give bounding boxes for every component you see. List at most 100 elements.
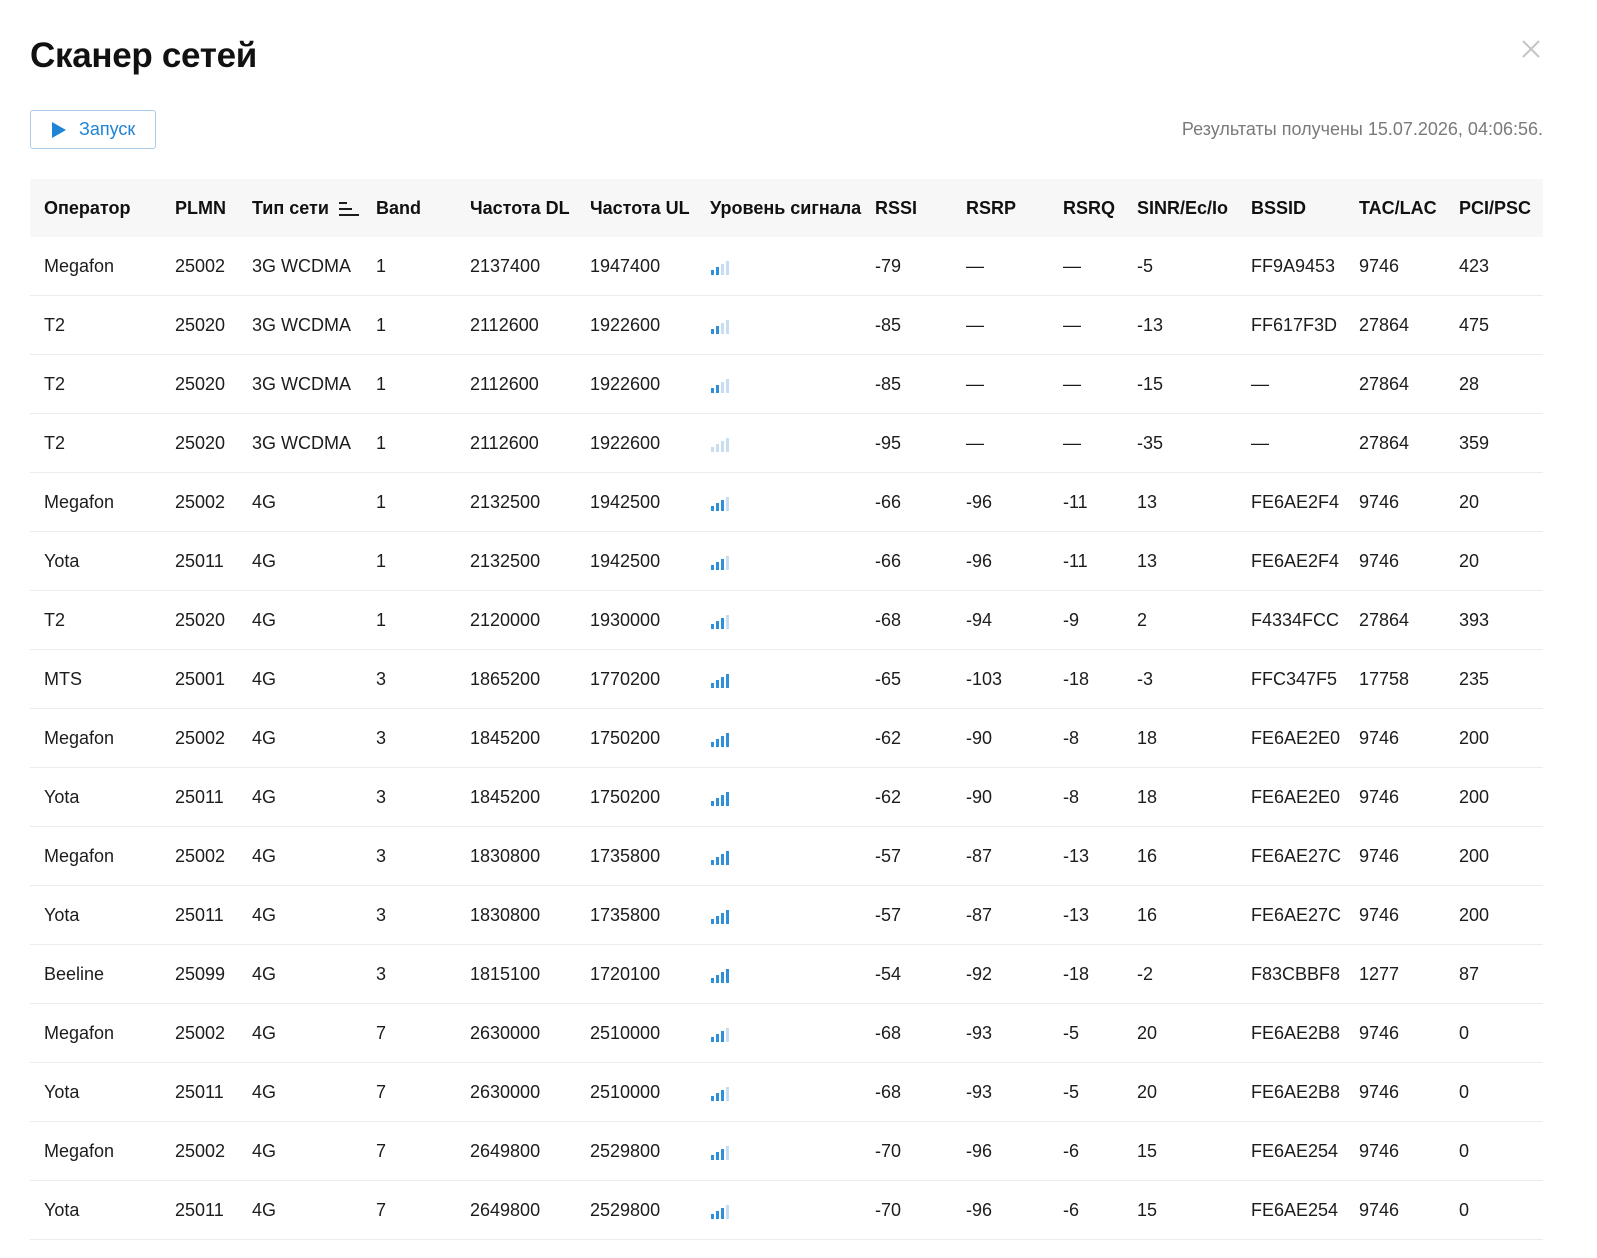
- col-header-band[interactable]: Band: [362, 179, 456, 237]
- cell-rssi: -85: [861, 354, 952, 414]
- signal-bar: [711, 859, 714, 865]
- table-row[interactable]: Beeline 25099 4G 3 1815100 1720100 -54 -92 -18 -2…: [30, 944, 1543, 1004]
- cell-tac-lac: 9746: [1345, 826, 1445, 886]
- signal-bar: [721, 1030, 724, 1042]
- signal-bar: [711, 505, 714, 511]
- cell-bssid: F4334FCC: [1237, 590, 1345, 650]
- table-row[interactable]: Yota 25011 4G 3 1845200 1750200 -62 -90 -8 18 FE6A…: [30, 767, 1543, 827]
- cell-band: 7: [362, 1121, 456, 1181]
- cell-rsrq: -11: [1049, 472, 1123, 532]
- table-row[interactable]: Megafon 25002 4G 7 2630000 2510000 -68 -93 -5 20 F…: [30, 1003, 1543, 1063]
- table-body: Megafon 25002 3G WCDMA 1 2137400 1947400 -79— —…: [30, 237, 1543, 1240]
- signal-bar: [716, 1151, 719, 1160]
- cell-tac-lac: 9746: [1345, 1062, 1445, 1122]
- table-row[interactable]: Megafon 25002 4G 3 1830800 1735800 -57 -87 -13 16…: [30, 826, 1543, 886]
- signal-bar: [711, 800, 714, 806]
- col-header-rsrp[interactable]: RSRP: [952, 179, 1049, 237]
- cell-operator: Yota: [30, 1180, 161, 1240]
- col-header-sinr[interactable]: SINR/Ec/Io: [1123, 179, 1237, 237]
- col-header-signal-level[interactable]: Уровень сигнала: [696, 179, 861, 237]
- col-header-network-type-label: Тип сети: [252, 197, 329, 218]
- cell-signal-level: [696, 1062, 861, 1122]
- table-row[interactable]: MTS 25001 4G 3 1865200 1770200 -65 -103 -18 -3 FFC…: [30, 649, 1543, 709]
- signal-bar: [726, 732, 729, 747]
- cell-freq-ul: 2529800: [576, 1121, 696, 1181]
- col-header-tac-lac[interactable]: TAC/LAC: [1345, 179, 1445, 237]
- col-header-plmn[interactable]: PLMN: [161, 179, 238, 237]
- table-row[interactable]: Megafon 25002 4G 1 2132500 1942500 -66 -96 -11 13…: [30, 472, 1543, 532]
- cell-rssi: -62: [861, 767, 952, 827]
- cell-rsrq: -11: [1049, 531, 1123, 591]
- col-header-network-type[interactable]: Тип сети: [238, 179, 362, 237]
- col-header-rsrq[interactable]: RSRQ: [1049, 179, 1123, 237]
- table-row[interactable]: Yota 25011 4G 3 1830800 1735800 -57 -87 -13 16 FE6…: [30, 885, 1543, 945]
- sort-descending-icon[interactable]: [338, 201, 360, 217]
- signal-strength-icon: [711, 732, 729, 747]
- cell-rsrp: —: [952, 295, 1049, 355]
- cell-band: 1: [362, 590, 456, 650]
- table-row[interactable]: Yota 25011 4G 7 2649800 2529800 -70 -96 -6 15 FE6A…: [30, 1180, 1543, 1240]
- signal-bar: [721, 558, 724, 570]
- table-row[interactable]: Megafon 25002 3G WCDMA 1 2137400 1947400 -79— —…: [30, 237, 1543, 296]
- table-row[interactable]: Megafon 25002 4G 3 1845200 1750200 -62 -90 -8 18 F…: [30, 708, 1543, 768]
- cell-rsrp: -93: [952, 1003, 1049, 1063]
- signal-bar: [716, 325, 719, 334]
- cell-rsrq: -6: [1049, 1121, 1123, 1181]
- signal-bar: [726, 673, 729, 688]
- signal-bar: [716, 1092, 719, 1101]
- cell-rsrp: -94: [952, 590, 1049, 650]
- run-button[interactable]: Запуск: [30, 110, 156, 149]
- signal-bar: [726, 378, 729, 393]
- cell-rsrp: -87: [952, 826, 1049, 886]
- table-row[interactable]: T2 25020 3G WCDMA 1 2112600 1922600 -85— — -13 FF…: [30, 295, 1543, 355]
- cell-rsrq: -5: [1049, 1062, 1123, 1122]
- cell-network-type: 4G: [238, 590, 362, 650]
- col-header-bssid[interactable]: BSSID: [1237, 179, 1345, 237]
- cell-network-type: 4G: [238, 826, 362, 886]
- col-header-operator[interactable]: Оператор: [30, 179, 161, 237]
- signal-bar: [726, 260, 729, 275]
- cell-freq-dl: 1845200: [456, 708, 576, 768]
- cell-rssi: -57: [861, 826, 952, 886]
- table-row[interactable]: T2 25020 3G WCDMA 1 2112600 1922600 -85— — -15—2…: [30, 354, 1543, 414]
- cell-operator: Megafon: [30, 237, 161, 296]
- cell-freq-ul: 1930000: [576, 590, 696, 650]
- cell-rssi: -66: [861, 531, 952, 591]
- cell-bssid: FE6AE2F4: [1237, 472, 1345, 532]
- col-header-freq-dl[interactable]: Частота DL: [456, 179, 576, 237]
- cell-network-type: 3G WCDMA: [238, 413, 362, 473]
- table-row[interactable]: T2 25020 3G WCDMA 1 2112600 1922600 -95— — -35—2…: [30, 413, 1543, 473]
- cell-tac-lac: 9746: [1345, 1121, 1445, 1181]
- cell-operator: Megafon: [30, 472, 161, 532]
- table-row[interactable]: T2 25020 4G 1 2120000 1930000 -68 -94 -9 2 F4334FC…: [30, 590, 1543, 650]
- cell-plmn: 25011: [161, 1062, 238, 1122]
- cell-freq-dl: 2112600: [456, 295, 576, 355]
- table-row[interactable]: Yota 25011 4G 7 2630000 2510000 -68 -93 -5 20 FE6A…: [30, 1062, 1543, 1122]
- cell-bssid: F83CBBF8: [1237, 944, 1345, 1004]
- signal-strength-icon: [711, 319, 729, 334]
- cell-signal-level: [696, 354, 861, 414]
- cell-operator: Megafon: [30, 1003, 161, 1063]
- cell-freq-dl: 2132500: [456, 531, 576, 591]
- cell-rssi: -79: [861, 237, 952, 296]
- cell-plmn: 25099: [161, 944, 238, 1004]
- cell-freq-ul: 2529800: [576, 1180, 696, 1240]
- col-header-pci-psc[interactable]: PCI/PSC: [1445, 179, 1543, 237]
- cell-rssi: -68: [861, 1062, 952, 1122]
- table-row[interactable]: Yota 25011 4G 1 2132500 1942500 -66 -96 -11 13 FE6…: [30, 531, 1543, 591]
- cell-pci-psc: 200: [1445, 708, 1543, 768]
- cell-rsrp: —: [952, 354, 1049, 414]
- col-header-freq-ul[interactable]: Частота UL: [576, 179, 696, 237]
- cell-rsrq: —: [1049, 295, 1123, 355]
- cell-band: 7: [362, 1062, 456, 1122]
- cell-tac-lac: 9746: [1345, 885, 1445, 945]
- cell-band: 1: [362, 413, 456, 473]
- table-row[interactable]: Megafon 25002 4G 7 2649800 2529800 -70 -96 -6 15 F…: [30, 1121, 1543, 1181]
- cell-bssid: —: [1237, 413, 1345, 473]
- cell-bssid: FE6AE2F4: [1237, 531, 1345, 591]
- close-button[interactable]: [1514, 32, 1548, 66]
- col-header-rssi[interactable]: RSSI: [861, 179, 952, 237]
- cell-band: 7: [362, 1003, 456, 1063]
- cell-pci-psc: 235: [1445, 649, 1543, 709]
- play-icon: [52, 121, 66, 138]
